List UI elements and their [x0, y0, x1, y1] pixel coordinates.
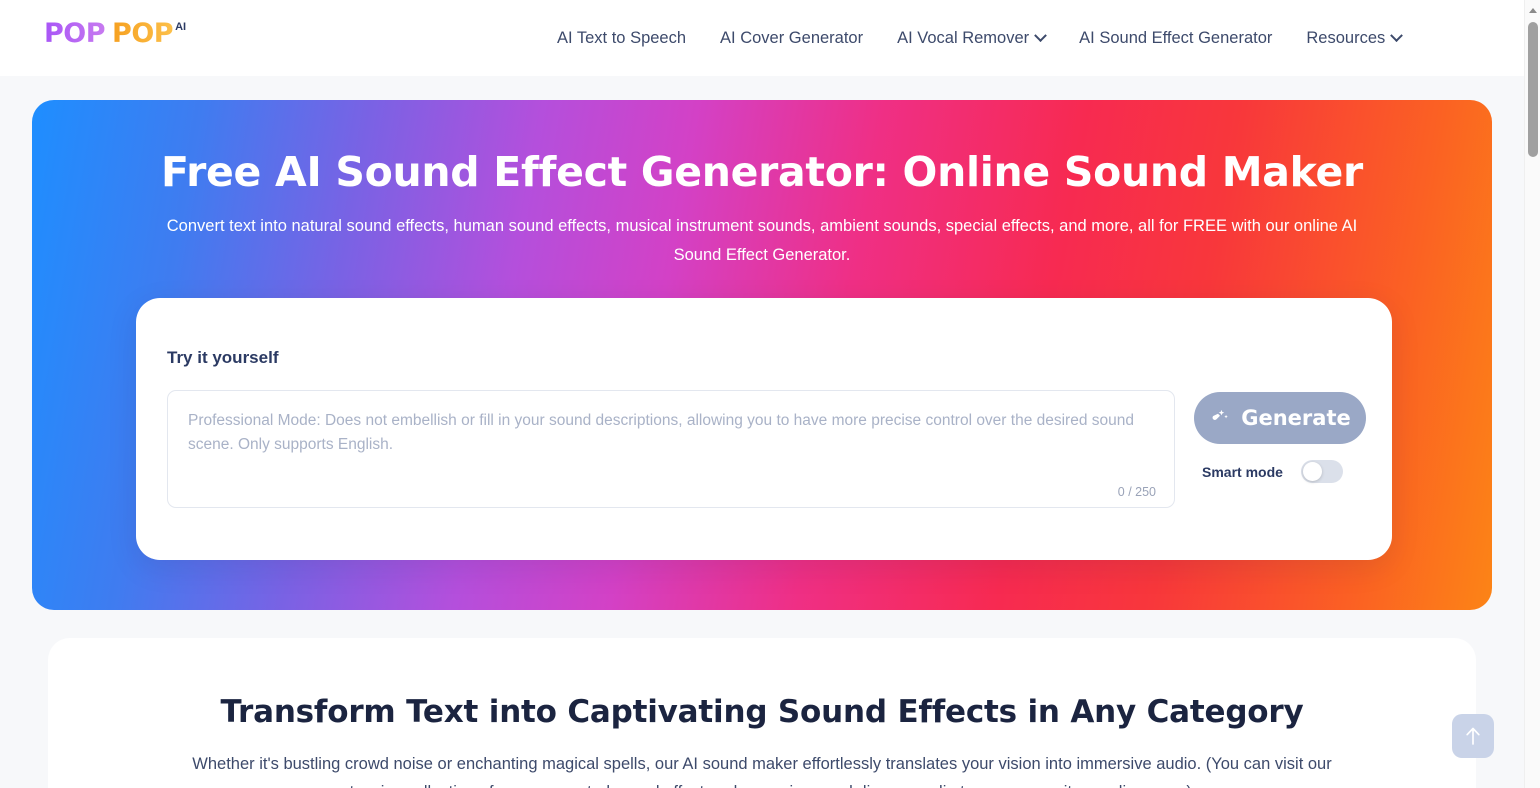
scrollbar-up-arrow[interactable] [1525, 2, 1540, 18]
main-navigation: AI Text to Speech AI Cover Generator AI … [540, 0, 1418, 76]
nav-label: AI Vocal Remover [897, 28, 1030, 47]
site-logo[interactable]: POP POP AI [44, 20, 186, 47]
nav-item-ai-cover-generator[interactable]: AI Cover Generator [703, 21, 880, 56]
nav-item-ai-text-to-speech[interactable]: AI Text to Speech [540, 21, 703, 56]
hero-subtitle: Convert text into natural sound effects,… [166, 217, 1358, 264]
arrow-up-icon [1466, 727, 1480, 745]
generate-button-label: Generate [1241, 406, 1351, 430]
section-paragraph: Whether it's bustling crowd noise or enc… [192, 755, 1332, 788]
prompt-placeholder: Professional Mode: Does not embellish or… [188, 412, 1134, 453]
logo-word-1: POP [44, 18, 106, 49]
logo-word-2: POP [112, 18, 174, 49]
section-heading: Transform Text into Captivating Sound Ef… [220, 694, 1304, 730]
chevron-down-icon [1390, 28, 1404, 42]
nav-label: AI Cover Generator [720, 28, 864, 47]
nav-label: AI Sound Effect Generator [1079, 28, 1273, 47]
character-counter: 0 / 250 [1117, 485, 1156, 499]
site-header: POP POP AI AI Text to Speech AI Cover Ge… [0, 0, 1524, 76]
nav-label: Resources [1306, 28, 1386, 47]
logo-ai-suffix: AI [175, 21, 187, 33]
smart-mode-label: Smart mode [1202, 463, 1283, 480]
scrollbar-thumb[interactable] [1528, 22, 1538, 157]
scroll-to-top-button[interactable] [1452, 714, 1494, 758]
nav-item-resources[interactable]: Resources [1289, 21, 1418, 56]
try-it-card: Try it yourself Professional Mode: Does … [136, 298, 1392, 560]
page-root: POP POP AI AI Text to Speech AI Cover Ge… [0, 0, 1540, 788]
hero-banner: Free AI Sound Effect Generator: Online S… [32, 100, 1492, 610]
smart-mode-row: Smart mode [1202, 460, 1343, 483]
nav-item-ai-vocal-remover[interactable]: AI Vocal Remover [880, 21, 1062, 56]
nav-label: AI Text to Speech [557, 28, 687, 47]
generate-button[interactable]: Generate [1194, 392, 1366, 444]
sparkle-icon [1212, 409, 1229, 420]
try-it-heading: Try it yourself [167, 348, 279, 367]
chevron-down-icon [1034, 28, 1048, 42]
page-title: Free AI Sound Effect Generator: Online S… [161, 148, 1363, 196]
transform-section: Transform Text into Captivating Sound Ef… [48, 638, 1476, 788]
nav-item-ai-sound-effect-generator[interactable]: AI Sound Effect Generator [1062, 21, 1289, 56]
prompt-textarea-wrapper[interactable]: Professional Mode: Does not embellish or… [167, 390, 1175, 508]
smart-mode-toggle[interactable] [1300, 460, 1343, 483]
toggle-knob [1302, 462, 1322, 481]
page-scrollbar[interactable] [1524, 0, 1540, 788]
